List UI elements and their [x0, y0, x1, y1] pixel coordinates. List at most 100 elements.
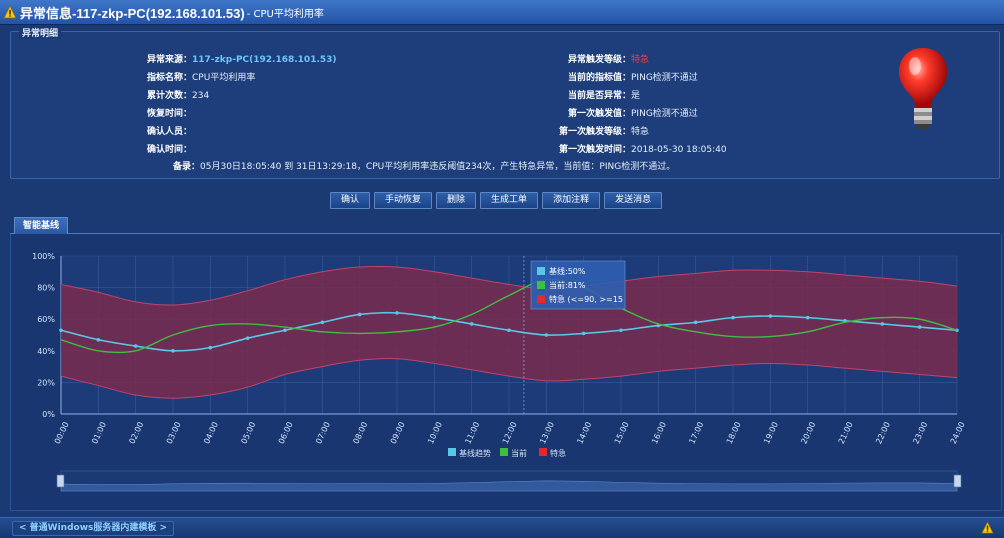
x-tick-label: 07:00 — [314, 421, 332, 446]
x-tick-label: 06:00 — [277, 421, 295, 446]
legend-urgent-label: 特急 — [550, 448, 566, 458]
tab-bar: 智能基线 — [10, 216, 1000, 234]
baseline-point — [880, 322, 885, 326]
x-tick-label: 18:00 — [725, 421, 743, 446]
confirm-button[interactable]: 确认 — [330, 192, 371, 209]
baseline-point — [357, 312, 362, 317]
confirm-time-label: 确认时间： — [147, 145, 193, 155]
chart-panel: 0% 20% 40% 60% 80% 100% 00:00 01:00 02:00 03:00 04… — [10, 234, 1002, 511]
x-tick-label: 10:00 — [426, 421, 444, 446]
action-toolbar: 确认 手动恢复 删除 生成工单 添加注释 发送消息 — [330, 192, 663, 209]
count-value: 234 — [192, 91, 210, 101]
y-tick-label: 40% — [37, 347, 55, 356]
remark-value: 05月30日18:05:40 到 31日13:29:18，CPU平均利用率违反阈… — [200, 162, 676, 172]
navigator-handle-left[interactable] — [56, 474, 65, 488]
add-note-button[interactable]: 添加注释 — [542, 192, 601, 209]
tooltip-current-text: 当前:81% — [549, 280, 586, 290]
confirm-time-row: 确认时间： — [147, 142, 192, 155]
trigger-level-value: 特急 — [631, 55, 650, 65]
recover-time-label: 恢复时间： — [147, 109, 193, 119]
x-tick-label: 15:00 — [613, 421, 631, 446]
footer-bar: < 普通Windows服务器内建模板 > — [0, 517, 1004, 538]
x-tick-label: 08:00 — [351, 421, 369, 446]
tooltip-urgent-swatch — [537, 295, 545, 303]
first-trigger-value-row: 第一次触发值：PING检测不通过 — [521, 106, 698, 119]
confirm-user-label: 确认人员： — [147, 127, 193, 137]
count-label: 累计次数： — [147, 91, 193, 101]
source-row: 异常来源：117-zkp-PC(192.168.101.53) — [147, 52, 337, 65]
first-trigger-level-value: 特急 — [631, 127, 650, 137]
first-trigger-level-label: 第一次触发等级： — [558, 127, 631, 137]
current-value-row: 当前的指标值：PING检测不通过 — [521, 70, 698, 83]
window-subtitle: - CPU平均利用率 — [246, 8, 324, 20]
x-tick-label: 19:00 — [762, 421, 780, 446]
legend-baseline-swatch — [448, 448, 456, 456]
baseline-point — [507, 328, 511, 333]
x-tick-label: 16:00 — [650, 421, 668, 446]
alarm-bulb-icon — [899, 48, 947, 129]
baseline-point — [96, 337, 101, 342]
x-tick-label: 12:00 — [501, 421, 519, 446]
baseline-point — [208, 345, 213, 350]
details-legend: 异常明细 — [19, 26, 62, 39]
baseline-point — [133, 344, 138, 348]
navigator-handle-right[interactable] — [953, 474, 962, 488]
legend-baseline-label: 基线趋势 — [459, 448, 491, 458]
window-title: 异常信息-117-zkp-PC(192.168.101.53) — [20, 5, 245, 21]
legend-urgent-swatch — [539, 448, 547, 456]
x-tick-label: 17:00 — [687, 421, 705, 446]
warning-icon[interactable] — [981, 521, 994, 534]
metric-name-row: 指标名称：CPU平均利用率 — [147, 70, 255, 83]
first-trigger-time-value: 2018-05-30 18:05:40 — [631, 145, 727, 155]
baseline-point — [581, 331, 586, 336]
baseline-point — [544, 333, 549, 337]
manual-recover-button[interactable]: 手动恢复 — [374, 192, 433, 209]
y-tick-label: 60% — [37, 315, 55, 324]
trigger-level-label: 异常触发等级： — [567, 55, 631, 65]
x-tick-label: 13:00 — [538, 421, 556, 446]
metric-name-value: CPU平均利用率 — [192, 73, 256, 83]
x-tick-label: 23:00 — [911, 421, 929, 446]
baseline-point — [432, 315, 437, 320]
template-link[interactable]: < 普通Windows服务器内建模板 > — [12, 521, 175, 536]
first-trigger-time-label: 第一次触发时间： — [558, 145, 631, 155]
x-tick-label: 04:00 — [202, 421, 220, 446]
tooltip-current-swatch — [537, 281, 545, 289]
x-tick-label: 24:00 — [949, 421, 967, 446]
y-tick-label: 0% — [42, 410, 55, 419]
baseline-point — [693, 320, 698, 325]
baseline-chart: 0% 20% 40% 60% 80% 100% 00:00 01:00 02:00 03:00 04… — [32, 252, 967, 492]
x-tick-label: 09:00 — [389, 421, 407, 446]
tooltip-urgent-text: 特急 (<=90, >=15 — [549, 294, 623, 304]
baseline-point — [731, 315, 735, 320]
legend-current-label: 当前 — [511, 448, 527, 458]
x-tick-label: 14:00 — [575, 421, 593, 446]
baseline-point — [59, 328, 63, 333]
send-message-button[interactable]: 发送消息 — [604, 192, 663, 209]
baseline-point — [245, 336, 250, 340]
source-value[interactable]: 117-zkp-PC(192.168.101.53) — [192, 55, 337, 65]
x-tick-label: 05:00 — [239, 421, 257, 446]
delete-button[interactable]: 删除 — [436, 192, 477, 209]
baseline-point — [320, 320, 325, 325]
x-tick-label: 01:00 — [90, 421, 108, 446]
x-tick-label: 03:00 — [165, 421, 183, 446]
tab-smart-baseline[interactable]: 智能基线 — [14, 217, 69, 234]
baseline-point — [469, 322, 474, 326]
baseline-point — [283, 328, 287, 333]
remark-label: 备录： — [173, 162, 201, 172]
count-row: 累计次数：234 — [147, 88, 209, 101]
baseline-point — [917, 325, 922, 329]
x-tick-label: 11:00 — [463, 421, 481, 446]
current-value-value: PING检测不通过 — [631, 73, 698, 83]
warning-icon — [3, 5, 17, 19]
is-abnormal-value: 是 — [631, 91, 641, 101]
remark-row: 备录：05月30日18:05:40 到 31日13:29:18，CPU平均利用率… — [173, 159, 675, 172]
baseline-point — [805, 315, 810, 320]
y-tick-label: 80% — [37, 284, 55, 293]
is-abnormal-row: 当前是否异常：是 — [521, 88, 640, 101]
recover-time-row: 恢复时间： — [147, 106, 192, 119]
confirm-user-row: 确认人员： — [147, 124, 192, 137]
create-ticket-button[interactable]: 生成工单 — [480, 192, 539, 209]
source-label: 异常来源： — [147, 55, 193, 65]
